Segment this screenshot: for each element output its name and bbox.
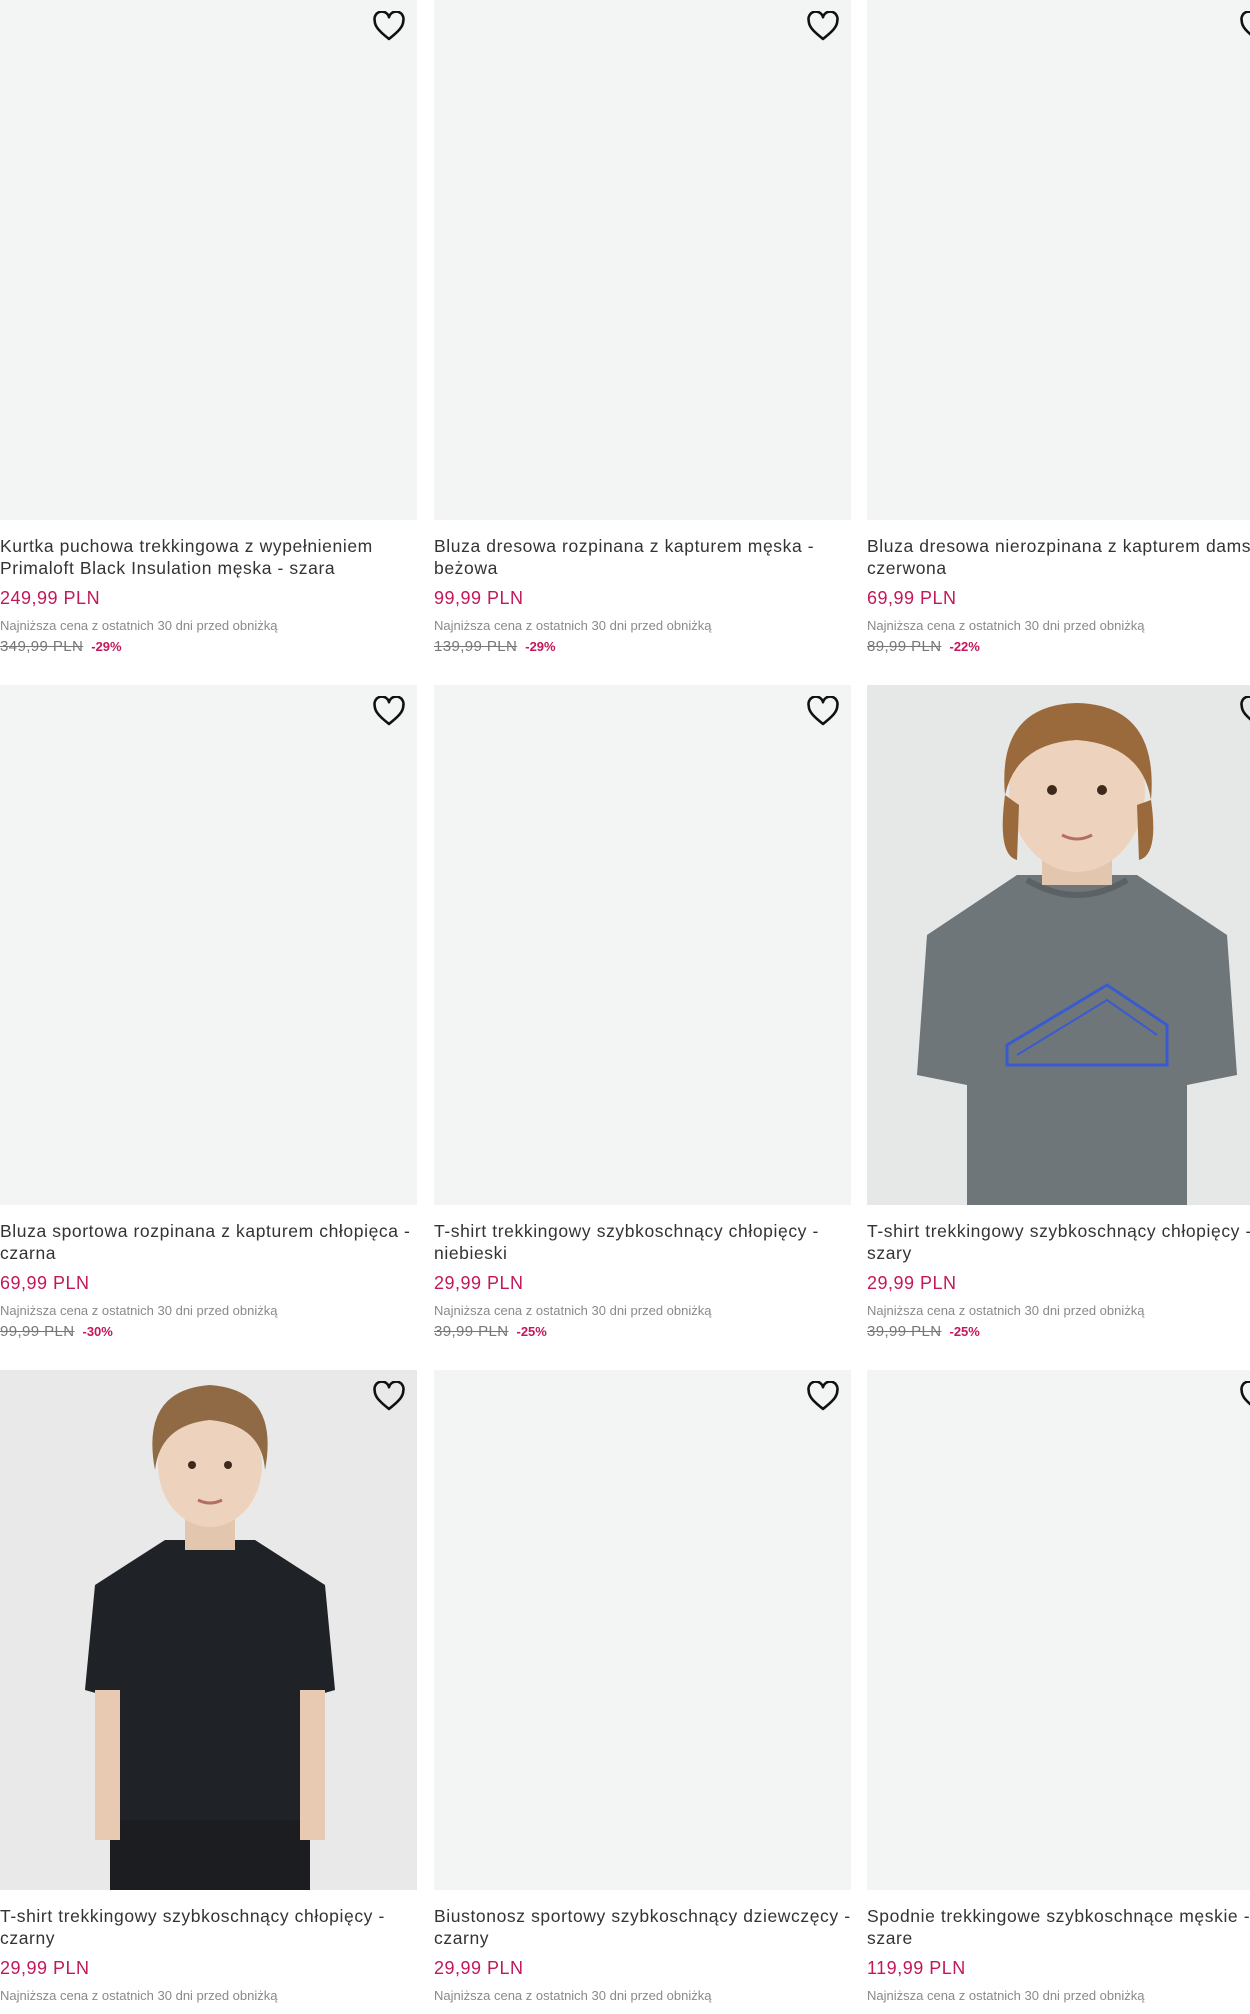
lowest-price-note: Najniższa cena z ostatnich 30 dni przed … — [0, 1988, 278, 2003]
heart-outline-icon — [807, 11, 839, 41]
product-title[interactable]: T-shirt trekkingowy szybkoschnący chłopi… — [0, 1905, 417, 1949]
old-price: 349,99 PLN — [0, 638, 84, 655]
product-card[interactable]: T-shirt trekkingowy szybkoschnący chłopi… — [434, 685, 851, 1341]
lowest-price-note: Najniższa cena z ostatnich 30 dni przed … — [867, 1988, 1145, 2003]
old-price: 99,99 PLN — [0, 1323, 75, 1340]
lowest-price-note: Najniższa cena z ostatnich 30 dni przed … — [0, 618, 278, 633]
heart-outline-icon — [1240, 1381, 1250, 1406]
product-title[interactable]: Spodnie trekkingowe szybkoschnące męskie… — [867, 1905, 1250, 1949]
heart-outline-icon — [373, 11, 405, 41]
product-image[interactable] — [0, 1370, 417, 1890]
old-price: 139,99 PLN — [434, 638, 518, 655]
heart-outline-icon — [807, 696, 839, 726]
heart-outline-icon — [373, 1381, 405, 1411]
old-price: 39,99 PLN — [434, 1323, 509, 1340]
discount-badge: -30% — [82, 1324, 113, 1339]
product-card[interactable]: Kurtka puchowa trekkingowa z wypełnienie… — [0, 0, 417, 656]
product-photo-black-tshirt — [0, 1370, 417, 1890]
product-card[interactable]: T-shirt trekkingowy szybkoschnący chłopi… — [0, 1370, 417, 2004]
product-price: 69,99 PLN — [0, 1273, 90, 1293]
product-image[interactable] — [867, 685, 1250, 1205]
product-card[interactable]: Spodnie trekkingowe szybkoschnące męskie… — [867, 1370, 1250, 2004]
product-price: 249,99 PLN — [0, 588, 101, 608]
product-card[interactable]: Bluza dresowa rozpinana z kapturem męska… — [434, 0, 851, 656]
lowest-price-note: Najniższa cena z ostatnich 30 dni przed … — [0, 1303, 278, 1318]
product-grid: Kurtka puchowa trekkingowa z wypełnienie… — [0, 0, 1250, 2014]
add-to-favorites-button[interactable] — [805, 10, 841, 42]
old-price-row: 349,99 PLN -29% — [0, 638, 417, 656]
discount-badge: -29% — [525, 639, 556, 654]
product-card[interactable]: Bluza dresowa nierozpinana z kapturem da… — [867, 0, 1250, 656]
product-image[interactable] — [0, 685, 417, 1205]
product-title[interactable]: Bluza dresowa nierozpinana z kapturem da… — [867, 535, 1250, 579]
product-card[interactable]: Bluza sportowa rozpinana z kapturem chło… — [0, 685, 417, 1341]
product-photo-grey-tshirt — [867, 685, 1250, 1205]
old-price-row: 89,99 PLN -22% — [867, 638, 1250, 656]
product-title[interactable]: Kurtka puchowa trekkingowa z wypełnienie… — [0, 535, 417, 579]
product-price: 29,99 PLN — [867, 1273, 957, 1293]
old-price-row: 39,99 PLN -25% — [867, 1323, 1250, 1341]
lowest-price-note: Najniższa cena z ostatnich 30 dni przed … — [867, 618, 1145, 633]
product-image[interactable] — [434, 1370, 851, 1890]
product-price: 99,99 PLN — [434, 588, 524, 608]
product-price: 29,99 PLN — [0, 1958, 90, 1978]
product-price: 119,99 PLN — [867, 1958, 966, 1978]
add-to-favorites-button[interactable] — [1238, 10, 1250, 42]
product-title[interactable]: Bluza dresowa rozpinana z kapturem męska… — [434, 535, 851, 579]
product-title[interactable]: Biustonosz sportowy szybkoschnący dziewc… — [434, 1905, 851, 1949]
lowest-price-note: Najniższa cena z ostatnich 30 dni przed … — [434, 1303, 712, 1318]
lowest-price-note: Najniższa cena z ostatnich 30 dni przed … — [867, 1303, 1145, 1318]
add-to-favorites-button[interactable] — [1238, 1380, 1250, 1412]
heart-outline-icon — [1240, 696, 1250, 721]
add-to-favorites-button[interactable] — [371, 695, 407, 727]
add-to-favorites-button[interactable] — [1238, 695, 1250, 727]
add-to-favorites-button[interactable] — [371, 10, 407, 42]
add-to-favorites-button[interactable] — [371, 1380, 407, 1412]
product-price: 29,99 PLN — [434, 1273, 524, 1293]
heart-outline-icon — [373, 696, 405, 726]
lowest-price-note: Najniższa cena z ostatnich 30 dni przed … — [434, 618, 712, 633]
old-price: 39,99 PLN — [867, 1323, 942, 1340]
old-price-row: 99,99 PLN -30% — [0, 1323, 417, 1341]
discount-badge: -22% — [949, 639, 980, 654]
discount-badge: -25% — [949, 1324, 980, 1339]
heart-outline-icon — [1240, 11, 1250, 36]
product-card[interactable]: Biustonosz sportowy szybkoschnący dziewc… — [434, 1370, 851, 2004]
old-price: 89,99 PLN — [867, 638, 942, 655]
discount-badge: -25% — [516, 1324, 547, 1339]
discount-badge: -29% — [91, 639, 122, 654]
product-image[interactable] — [434, 685, 851, 1205]
add-to-favorites-button[interactable] — [805, 1380, 841, 1412]
old-price-row: 39,99 PLN -25% — [434, 1323, 851, 1341]
product-image[interactable] — [434, 0, 851, 520]
product-title[interactable]: T-shirt trekkingowy szybkoschnący chłopi… — [867, 1220, 1250, 1264]
product-image[interactable] — [0, 0, 417, 520]
lowest-price-note: Najniższa cena z ostatnich 30 dni przed … — [434, 1988, 712, 2003]
product-price: 29,99 PLN — [434, 1958, 524, 1978]
product-card[interactable]: T-shirt trekkingowy szybkoschnący chłopi… — [867, 685, 1250, 1341]
product-title[interactable]: Bluza sportowa rozpinana z kapturem chło… — [0, 1220, 417, 1264]
add-to-favorites-button[interactable] — [805, 695, 841, 727]
product-image[interactable] — [867, 0, 1250, 520]
old-price-row: 139,99 PLN -29% — [434, 638, 851, 656]
product-image[interactable] — [867, 1370, 1250, 1890]
product-price: 69,99 PLN — [867, 588, 957, 608]
product-title[interactable]: T-shirt trekkingowy szybkoschnący chłopi… — [434, 1220, 851, 1264]
heart-outline-icon — [807, 1381, 839, 1411]
